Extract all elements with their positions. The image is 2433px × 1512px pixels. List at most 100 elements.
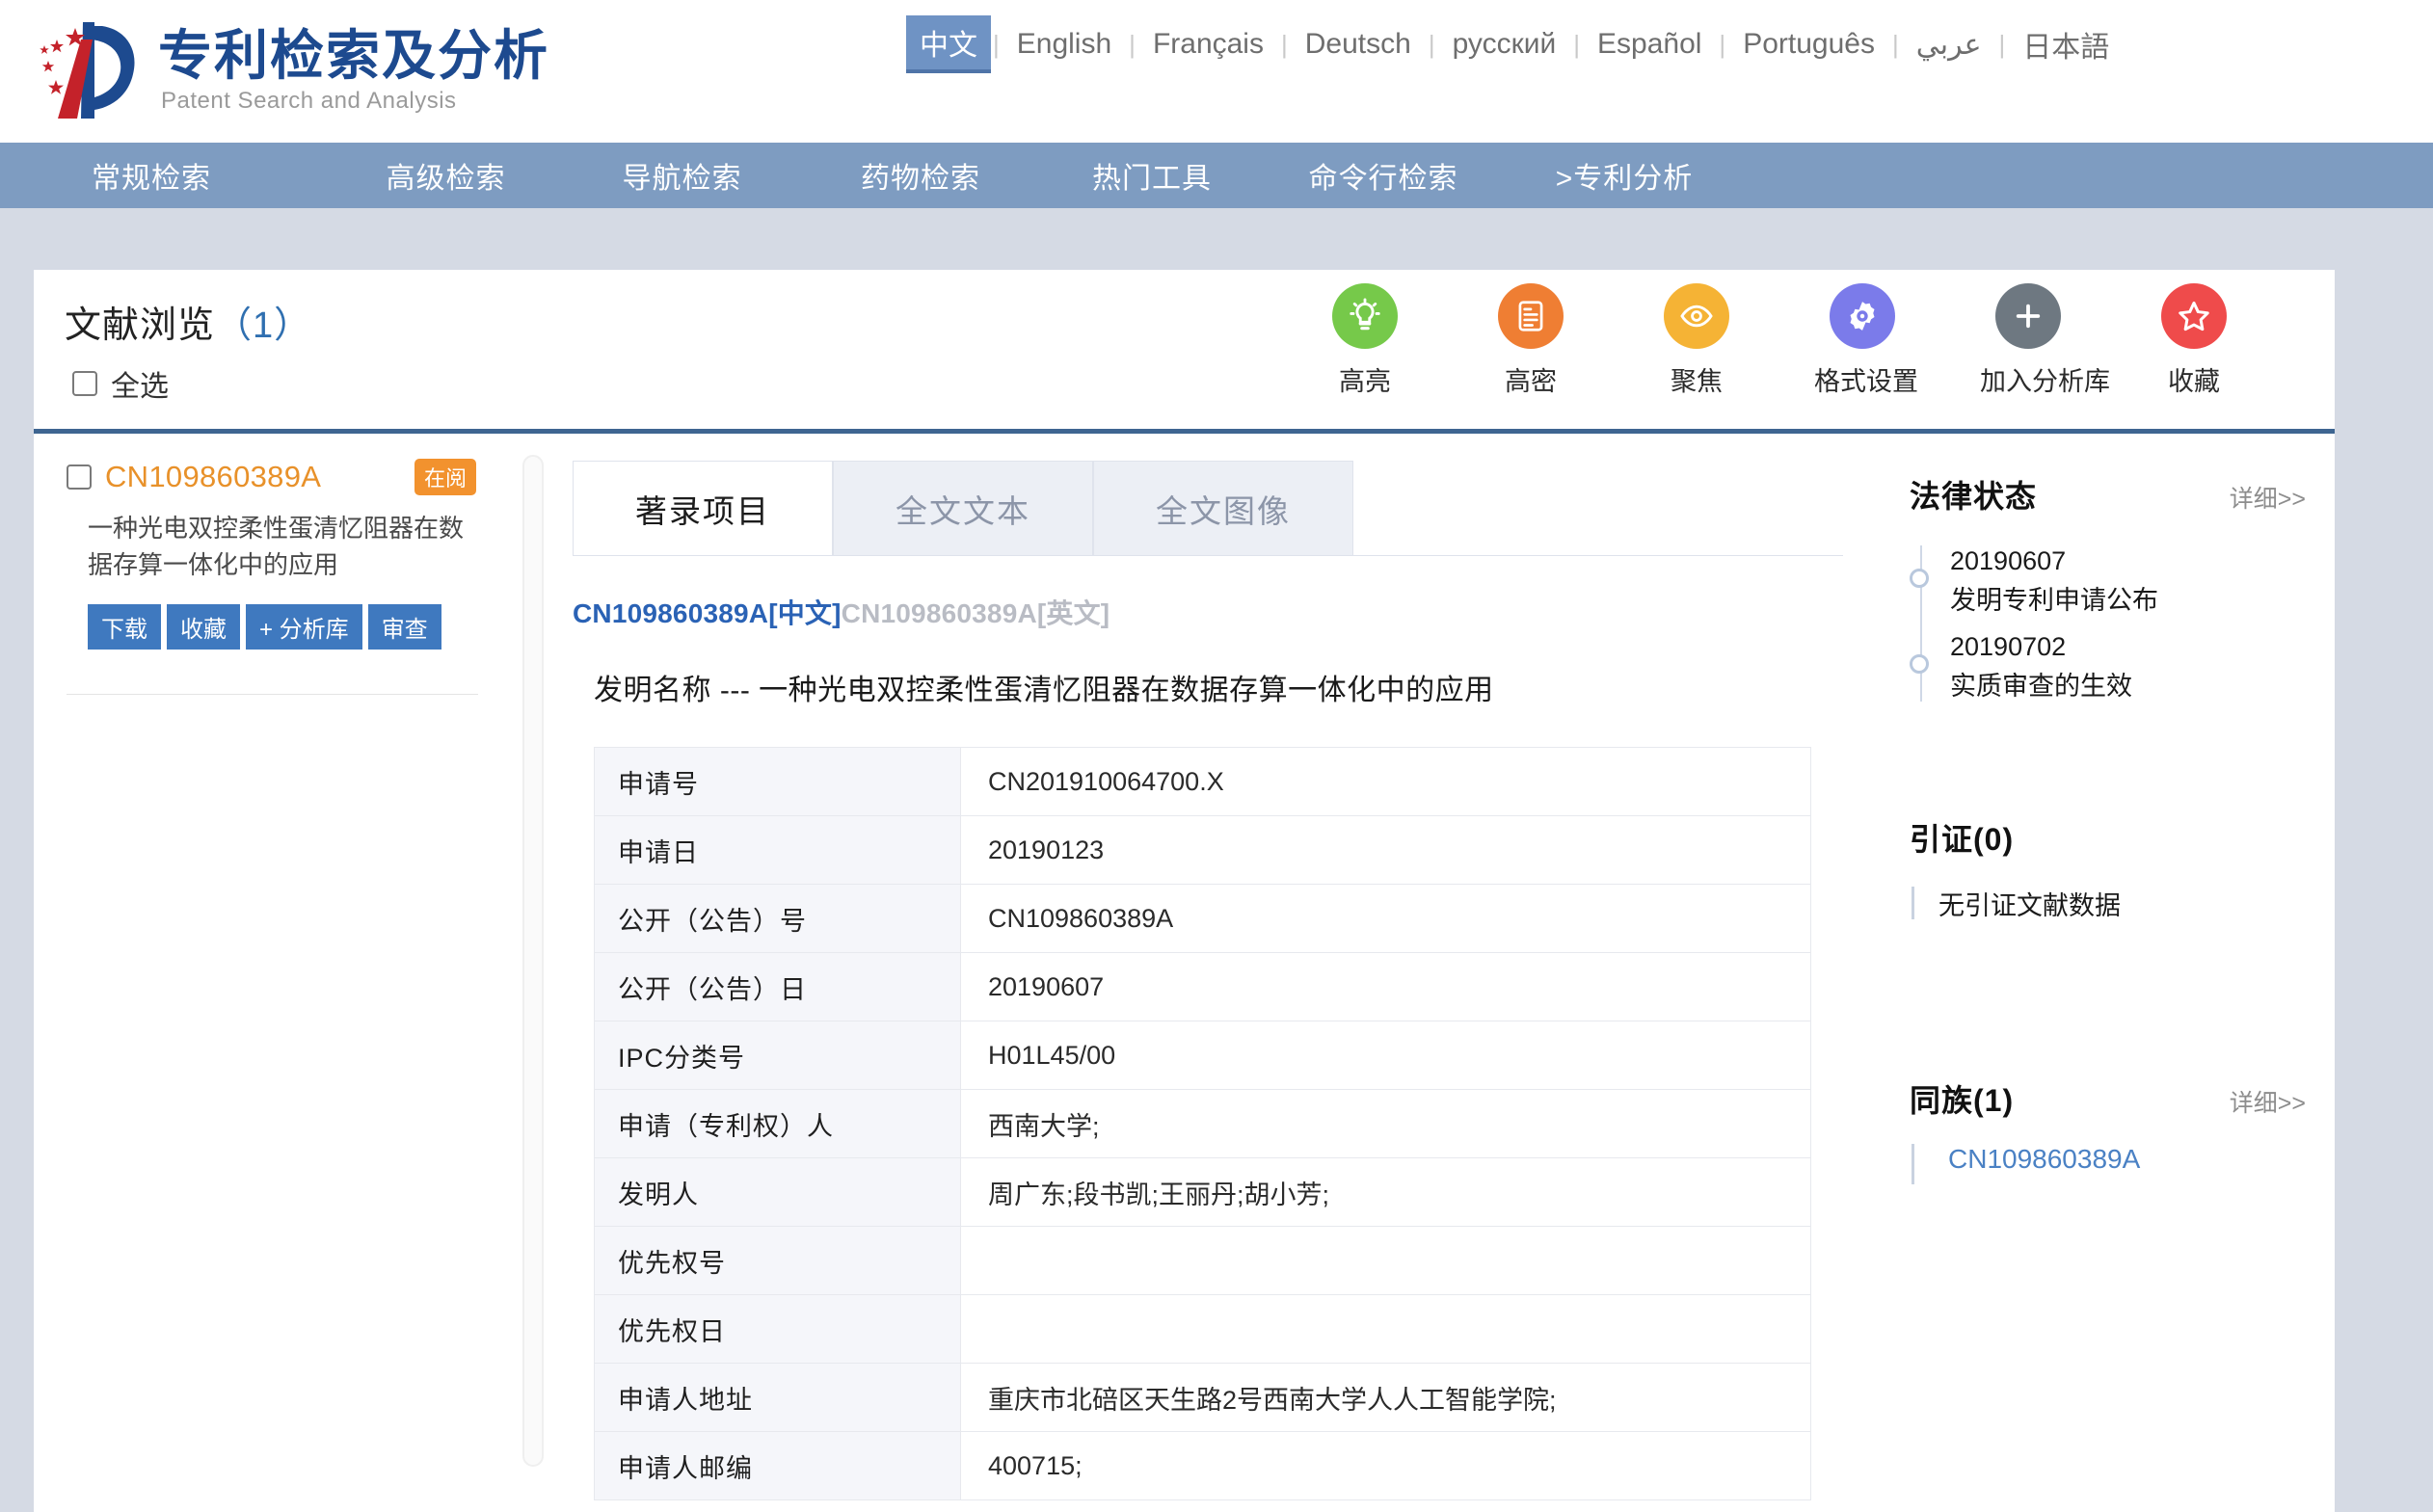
timeline-event-date: 20190702 [1950,627,2306,667]
select-all-label: 全选 [111,362,169,405]
nav-item-patent-analysis[interactable]: >专利分析 [1504,154,1745,197]
nav-item-popular-tools[interactable]: 热门工具 [1041,154,1263,197]
field-label: 申请人邮编 [595,1432,961,1500]
brand-title-en: Patent Search and Analysis [161,88,549,115]
field-value: H01L45/00 [961,1021,1811,1090]
toolbar-add-to-library-label: 加入分析库 [1980,360,2076,398]
list-item-title[interactable]: 一种光电双控柔性蛋清忆阻器在数据存算一体化中的应用 [88,511,473,583]
table-row: 优先权日 [595,1295,1811,1364]
language-option-ru[interactable]: русский [1437,24,1572,65]
list-scrollbar-track[interactable] [522,455,544,1467]
field-label: 申请（专利权）人 [595,1090,961,1158]
toolbar-density-label: 高密 [1483,360,1579,398]
nav-item-drug-search[interactable]: 药物检索 [800,154,1041,197]
field-label: IPC分类号 [595,1021,961,1090]
timeline-event: 20190702 实质审查的生效 [1950,627,2306,705]
toolbar-density-button[interactable]: 高密 [1483,283,1579,398]
list-scrollbar[interactable] [511,434,549,1507]
language-option-en[interactable]: English [1002,24,1127,65]
table-row: 申请人邮编 400715; [595,1432,1811,1500]
document-id-cn[interactable]: CN109860389A[中文] [573,598,842,628]
star-icon [2161,283,2227,349]
family-title: 同族(1) [1910,1076,2014,1121]
select-all-control[interactable]: 全选 [72,362,169,405]
language-separator: | [991,30,1002,60]
language-option-fr[interactable]: Français [1137,24,1279,65]
select-all-checkbox[interactable] [72,371,97,396]
citations-title: 引证(0) [1910,815,2014,860]
language-separator: | [1997,30,2008,60]
language-option-ja[interactable]: 日本語 [2007,19,2125,69]
review-button[interactable]: 审查 [368,604,441,650]
panel-body: CN109860389A 在阅 一种光电双控柔性蛋清忆阻器在数据存算一体化中的应… [34,434,2335,1507]
list-item-checkbox[interactable] [67,464,92,490]
page-title-count: （1） [215,305,311,346]
list-item-id-group: CN109860389A [67,460,321,494]
language-switcher[interactable]: 中文 | English | Français | Deutsch | русс… [906,15,2125,73]
timeline-event-text: 发明专利申请公布 [1950,581,2306,621]
add-analysis-library-button[interactable]: + 分析库 [246,604,362,650]
language-option-es[interactable]: Español [1582,24,1717,65]
list-item-publication-number[interactable]: CN109860389A [105,460,321,494]
field-label: 申请号 [595,748,961,816]
toolbar-format-settings-button[interactable]: 格式设置 [1814,283,1911,398]
timeline-dot-icon [1910,569,1929,588]
field-label: 优先权日 [595,1295,961,1364]
table-row: 申请号 CN201910064700.X [595,748,1811,816]
status-badge: 在阅 [414,459,476,495]
language-option-zh[interactable]: 中文 [906,15,991,73]
table-row: 申请人地址 重庆市北碚区天生路2号西南大学人人工智能学院; [595,1364,1811,1432]
toolbar-highlight-button[interactable]: 高亮 [1317,283,1413,398]
nav-item-advanced-search[interactable]: 高级检索 [328,154,564,197]
eye-icon [1664,283,1729,349]
tab-bibliographic[interactable]: 著录项目 [573,461,833,555]
list-item[interactable]: CN109860389A 在阅 一种光电双控柔性蛋清忆阻器在数据存算一体化中的应… [34,459,511,650]
main-navigation: 常规检索 高级检索 导航检索 药物检索 热门工具 命令行检索 >专利分析 [0,143,2433,212]
field-value: 20190607 [961,953,1811,1021]
family-header: 同族(1) 详细>> [1910,1076,2306,1121]
page-title-text: 文献浏览 [65,305,215,346]
nav-item-command-line-search[interactable]: 命令行检索 [1263,154,1504,197]
tab-fulltext[interactable]: 全文文本 [833,461,1093,555]
favorite-button[interactable]: 收藏 [167,604,240,650]
brand-title-cn: 专利检索及分析 [158,28,549,85]
tab-fullimage[interactable]: 全文图像 [1093,461,1353,555]
bibliographic-table: 申请号 CN201910064700.X 申请日 20190123 公开（公告）… [594,747,1811,1500]
legal-status-timeline: 20190607 发明专利申请公布 20190702 实质审查的生效 [1910,542,2306,705]
legal-status-header: 法律状态 详细>> [1910,472,2306,517]
language-option-ar[interactable]: عربي [1901,24,1997,66]
document-id-en[interactable]: CN109860389A[英文] [842,598,1110,628]
nav-item-general-search[interactable]: 常规检索 [92,154,328,197]
toolbar-format-settings-label: 格式设置 [1814,360,1911,398]
page-title: 文献浏览（1） [65,295,311,348]
legal-status-title: 法律状态 [1910,472,2037,517]
language-option-pt[interactable]: Português [1727,24,1890,65]
document-lines-icon [1498,283,1564,349]
sidebar-spacer [1910,932,2306,1076]
toolbar-actions: 高亮 高密 聚焦 [1317,283,2242,398]
language-option-de[interactable]: Deutsch [1290,24,1427,65]
family-detail-link[interactable]: 详细>> [2230,1084,2306,1119]
download-button[interactable]: 下载 [88,604,161,650]
field-value [961,1295,1811,1364]
family-item-link[interactable]: CN109860389A [1910,1144,2306,1175]
toolbar-focus-button[interactable]: 聚焦 [1648,283,1745,398]
invention-name-row: 发明名称 --- 一种光电双控柔性蛋清忆阻器在数据存算一体化中的应用 [594,666,1882,708]
timeline-event: 20190607 发明专利申请公布 [1950,542,2306,620]
document-browse-panel: 文献浏览（1） 全选 高亮 [34,270,2335,1512]
field-value: 重庆市北碚区天生路2号西南大学人人工智能学院; [961,1364,1811,1432]
site-logo[interactable]: 专利检索及分析 Patent Search and Analysis [33,18,549,124]
toolbar-highlight-label: 高亮 [1317,360,1413,398]
citations-block: 引证(0) 无引证文献数据 [1910,815,2306,922]
field-value: CN109860389A [961,885,1811,953]
table-row: 优先权号 [595,1227,1811,1295]
nav-item-navigation-search[interactable]: 导航检索 [564,154,800,197]
table-row: 公开（公告）日 20190607 [595,953,1811,1021]
toolbar-favorite-button[interactable]: 收藏 [2146,283,2242,398]
tabs-underline [573,555,1843,556]
legal-status-block: 法律状态 详细>> 20190607 发明专利申请公布 20190702 实质审… [1910,472,2306,705]
list-divider [67,694,478,695]
toolbar-add-to-library-button[interactable]: 加入分析库 [1980,283,2076,398]
result-list-column: CN109860389A 在阅 一种光电双控柔性蛋清忆阻器在数据存算一体化中的应… [34,434,511,1507]
legal-status-detail-link[interactable]: 详细>> [2230,480,2306,515]
